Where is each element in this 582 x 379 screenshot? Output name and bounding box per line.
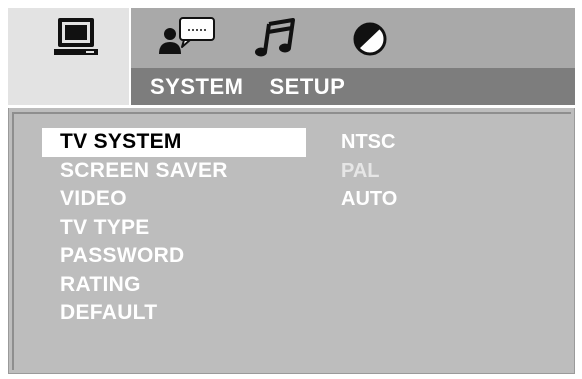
tab-language[interactable]	[139, 8, 234, 68]
settings-menu: TV SYSTEM SCREEN SAVER VIDEO TV TYPE PAS…	[42, 128, 306, 328]
tab-rating[interactable]	[322, 8, 417, 68]
tab-system[interactable]	[34, 8, 118, 68]
option-list: NTSC PAL AUTO	[341, 128, 397, 214]
option-ntsc[interactable]: NTSC	[341, 128, 397, 157]
menu-item-password[interactable]: PASSWORD	[42, 242, 306, 271]
page-title-setup: SETUP	[269, 73, 346, 99]
tab-audio[interactable]	[230, 8, 325, 68]
menu-item-video[interactable]: VIDEO	[42, 185, 306, 214]
rating-disc-icon	[353, 22, 386, 56]
page-title-system: SYSTEM	[150, 73, 244, 99]
option-pal[interactable]: PAL	[341, 157, 397, 186]
menu-item-rating[interactable]: RATING	[42, 271, 306, 300]
page-title-strip: SYSTEM SETUP	[131, 68, 575, 105]
header-separator	[8, 105, 575, 108]
menu-item-tv-system[interactable]: TV SYSTEM	[42, 128, 306, 157]
monitor-icon	[54, 18, 98, 55]
menu-item-tv-type[interactable]: TV TYPE	[42, 214, 306, 243]
option-auto[interactable]: AUTO	[341, 185, 397, 214]
menu-item-default[interactable]: DEFAULT	[42, 299, 306, 328]
menu-item-screen-saver[interactable]: SCREEN SAVER	[42, 157, 306, 186]
music-note-icon	[254, 18, 295, 57]
person-speech-icon	[158, 17, 215, 54]
